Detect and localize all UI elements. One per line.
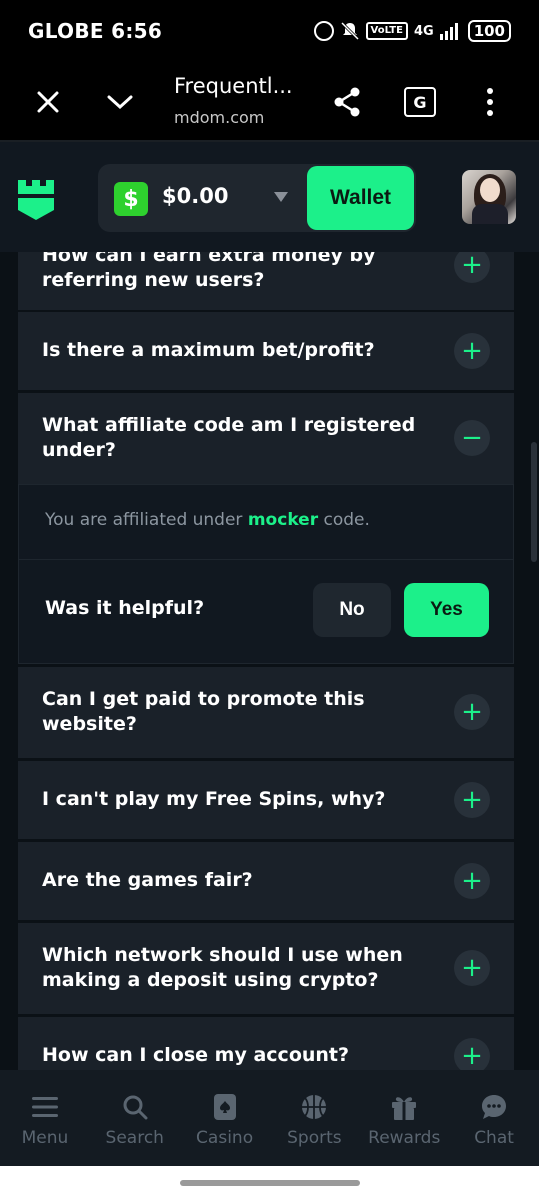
faq-question: How can I close my account? [42,1044,350,1066]
page-title[interactable]: Frequentl... [174,74,293,98]
faq-question: Can I get paid to promote this website? [42,688,365,735]
helpful-no-button[interactable]: No [313,583,391,637]
menu-icon [31,1092,58,1122]
minus-icon[interactable]: − [454,420,490,456]
status-bar: GLOBE 6:56 VoLTE 4G 100 [0,0,539,62]
user-avatar[interactable] [462,170,516,224]
affiliate-code-highlight: mocker [247,510,319,530]
gesture-area [0,1166,539,1200]
faq-question: I can't play my Free Spins, why? [42,788,386,810]
faq-content: How can I earn extra money by referring … [0,252,539,1070]
translate-icon: G [404,87,436,117]
alarm-icon [313,21,334,41]
plus-icon[interactable]: + [454,950,490,986]
divider [19,559,513,560]
plus-icon[interactable]: + [454,252,490,283]
faq-item-games-fair[interactable]: Are the games fair? + [18,842,514,920]
gift-icon [390,1092,418,1122]
wallet-button[interactable]: Wallet [307,166,414,230]
site-header: $ $0.00 Wallet [0,142,539,252]
signal-icon [439,23,458,40]
chevron-down-icon [107,95,133,110]
helpful-yes-button[interactable]: Yes [404,583,489,637]
faq-item-affiliate-code[interactable]: What affiliate code am I registered unde… [18,393,514,484]
search-icon [122,1092,148,1122]
status-icons: VoLTE 4G 100 [313,20,511,42]
dollar-icon: $ [114,182,148,216]
nav-item-rewards[interactable]: Rewards [359,1070,449,1166]
answer-text: You are affiliated under mocker code. [45,510,370,530]
faq-question: How can I earn extra money by referring … [42,252,376,291]
plus-icon[interactable]: + [454,333,490,369]
nav-item-sports[interactable]: Sports [269,1070,359,1166]
plus-icon[interactable]: + [454,694,490,730]
faq-item-crypto-network[interactable]: Which network should I use when making a… [18,923,514,1014]
site-logo[interactable] [16,176,56,220]
nav-label: Chat [474,1128,514,1148]
chat-icon [480,1092,508,1122]
faq-item-free-spins[interactable]: I can't play my Free Spins, why? + [18,761,514,839]
caret-down-icon[interactable] [274,192,288,202]
plus-icon[interactable]: + [454,863,490,899]
faq-answer: You are affiliated under mocker code. Wa… [18,484,514,664]
sports-icon [300,1092,328,1122]
more-options-button[interactable] [468,80,512,124]
home-gesture-bar[interactable] [180,1180,360,1186]
nav-label: Rewards [368,1128,441,1148]
page-url[interactable]: mdom.com [174,108,264,127]
helpful-label: Was it helpful? [45,597,205,619]
network-type: 4G [413,23,434,39]
faq-item-referral[interactable]: How can I earn extra money by referring … [18,252,514,310]
close-icon [37,91,59,113]
battery-indicator: 100 [467,20,511,42]
bottom-navigation: Menu Search Casino Sports Rewards Chat [0,1070,539,1166]
nav-label: Search [105,1128,164,1148]
share-button[interactable] [325,80,369,124]
casino-icon [213,1092,237,1122]
nav-item-chat[interactable]: Chat [449,1070,539,1166]
nav-label: Menu [21,1128,69,1148]
nav-item-casino[interactable]: Casino [180,1070,270,1166]
carrier-time: GLOBE 6:56 [28,19,163,43]
collapse-button[interactable] [98,80,142,124]
translate-button[interactable]: G [398,80,442,124]
nav-item-search[interactable]: Search [90,1070,180,1166]
nav-item-menu[interactable]: Menu [0,1070,90,1166]
scrollbar-thumb[interactable] [531,442,537,562]
plus-icon[interactable]: + [454,1038,490,1070]
volte-badge: VoLTE [365,22,408,40]
nav-label: Casino [196,1128,254,1148]
mute-bell-icon [340,21,359,41]
faq-question: Are the games fair? [42,869,253,891]
faq-item-close-account[interactable]: How can I close my account? + [18,1017,514,1070]
share-icon [334,87,360,117]
faq-question: What affiliate code am I registered unde… [42,414,416,461]
faq-item-max-bet[interactable]: Is there a maximum bet/profit? + [18,312,514,390]
close-tab-button[interactable] [26,80,70,124]
nav-label: Sports [287,1128,342,1148]
faq-item-promote[interactable]: Can I get paid to promote this website? … [18,667,514,758]
balance-selector[interactable]: $ $0.00 Wallet [98,164,416,232]
balance-amount: $0.00 [162,184,229,208]
faq-question: Which network should I use when making a… [42,944,403,991]
browser-toolbar: Frequentl... mdom.com G [0,62,539,142]
plus-icon[interactable]: + [454,782,490,818]
kebab-menu-icon [487,88,493,116]
faq-question: Is there a maximum bet/profit? [42,339,375,361]
